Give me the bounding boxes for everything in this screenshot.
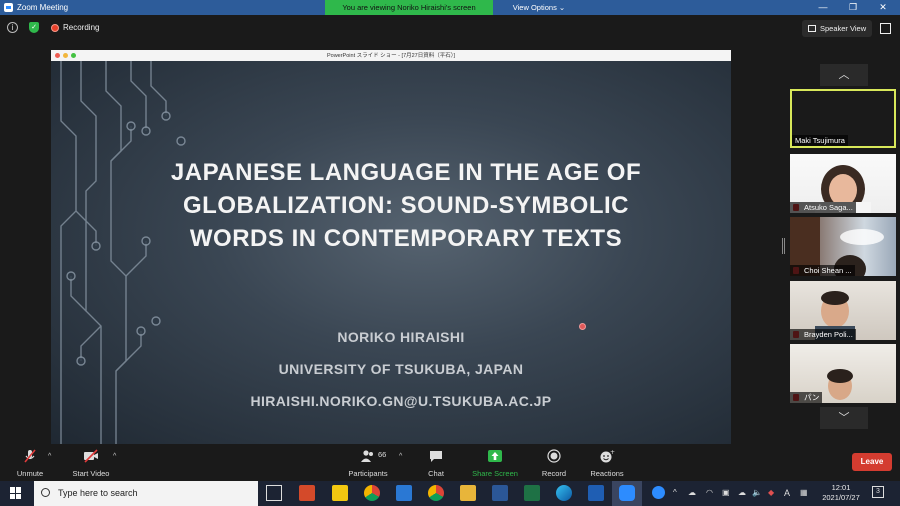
participant-tile[interactable]: Atsuko Saga... (790, 154, 896, 213)
task-view-icon[interactable] (266, 485, 282, 501)
clock-time: 12:01 (831, 483, 851, 492)
share-banner: You are viewing Noriko Hiraishi's screen (325, 0, 493, 15)
participant-tile[interactable]: Brayden Poli... (790, 281, 896, 340)
participants-options-caret[interactable]: ^ (399, 453, 402, 460)
search-icon (41, 488, 50, 497)
laser-pointer (579, 323, 586, 330)
chat-label: Chat (428, 469, 444, 478)
notification-count: 3 (876, 488, 880, 495)
start-video-label: Start Video (72, 469, 110, 478)
presentation-slide: Japanese Language in the Age of Globaliz… (51, 61, 731, 444)
view-options-button[interactable]: View Options ⌄ (502, 0, 576, 15)
shared-screen: PowerPoint スライド ショー - [7月27日資料（平石）] JAPA… (51, 50, 731, 444)
taskbar-clock[interactable]: 12:01 2021/07/27 (818, 483, 864, 503)
chevron-up-icon: ︿ (838, 69, 850, 81)
shared-window-title: PowerPoint スライド ショー - [7月27日資料（平石）] (326, 53, 456, 59)
security-tray-icon[interactable]: ◆ (768, 488, 774, 497)
reactions-label: Reactions (590, 469, 624, 478)
reactions-button[interactable]: + Reactions (584, 445, 630, 478)
view-options-label: View Options (512, 3, 557, 12)
slide-author: NORIKO HIRAISHI (337, 329, 465, 345)
leave-button[interactable]: Leave (852, 453, 892, 471)
chat-icon (430, 451, 442, 462)
ime-icon[interactable]: ▦ (800, 488, 808, 497)
unmute-label: Unmute (16, 469, 44, 478)
video-off-icon (84, 449, 98, 463)
meeting-topbar (0, 15, 900, 42)
fullscreen-icon[interactable] (880, 23, 891, 34)
sticky-notes-icon[interactable] (332, 485, 348, 501)
shared-window-titlebar: PowerPoint スライド ショー - [7月27日資料（平石）] (51, 50, 731, 61)
record-button[interactable]: Record (534, 445, 574, 478)
shield-icon[interactable]: ✓ (29, 22, 39, 33)
speaker-view-button[interactable]: Speaker View (802, 20, 872, 37)
svg-text:+: + (610, 449, 615, 456)
slide-title: Japanese Language in the Age of Globaliz… (170, 159, 642, 252)
word-icon[interactable] (492, 485, 508, 501)
unmute-button[interactable]: Unmute (10, 445, 50, 478)
zoom-taskbar-icon[interactable] (619, 485, 635, 501)
slide-affiliation: UNIVERSITY OF TSUKUBA, JAPAN (278, 361, 524, 377)
speaker-view-label: Speaker View (820, 24, 867, 33)
chrome-icon[interactable] (364, 485, 380, 501)
start-video-button[interactable]: Start Video (66, 445, 116, 478)
tray-overflow-icon[interactable]: ^ (673, 488, 677, 497)
window-title: Zoom Meeting (17, 3, 69, 12)
record-icon (547, 449, 561, 463)
slide-email: HIRAISHI.NORIKO.GN@U.TSUKUBA.AC.JP (250, 393, 552, 409)
chevron-down-icon: ⌄ (558, 3, 566, 12)
participant-name: パン (790, 392, 823, 403)
share-screen-icon (488, 450, 502, 462)
taskbar-search-placeholder: Type here to search (58, 488, 138, 498)
notifications-icon[interactable]: 3 (872, 486, 884, 498)
gallery-down-button[interactable]: ﹀ (820, 407, 868, 429)
participants-icon (361, 450, 373, 462)
chat-button[interactable]: Chat (420, 445, 452, 478)
document-icon[interactable] (588, 485, 604, 501)
volume-icon[interactable]: 🔈 (752, 488, 762, 497)
share-screen-button[interactable]: Share Screen (468, 445, 522, 478)
record-label: Record (541, 469, 567, 478)
participant-name: Maki Tsujimura (792, 135, 848, 146)
zoom-app-icon (4, 3, 13, 12)
participant-name: Brayden Poli... (790, 329, 856, 340)
close-button[interactable]: ✕ (868, 0, 898, 15)
share-screen-label: Share Screen (472, 469, 518, 478)
help-icon[interactable] (652, 486, 665, 499)
panel-resize-handle[interactable] (782, 238, 785, 254)
bluetooth-icon[interactable]: ☁ (688, 488, 696, 497)
participant-tile[interactable]: Choi Shean ... (790, 217, 896, 276)
mail-icon[interactable] (396, 485, 412, 501)
input-indicator[interactable]: A (784, 488, 790, 498)
clock-date: 2021/07/27 (822, 493, 860, 502)
excel-icon[interactable] (524, 485, 540, 501)
participant-count: 66 (378, 450, 387, 459)
taskbar-search-box[interactable]: Type here to search (34, 481, 258, 506)
speaker-view-icon (808, 25, 816, 32)
office-app-icon[interactable] (299, 485, 315, 501)
chrome-profile-icon[interactable] (428, 485, 444, 501)
reactions-icon: + (600, 449, 615, 463)
windows-start-icon[interactable] (10, 487, 22, 499)
cloud-icon[interactable]: ☁ (738, 488, 746, 497)
restore-button[interactable]: ❐ (838, 0, 868, 15)
participant-name: Choi Shean ... (790, 265, 855, 276)
app-tray-icon[interactable]: ▣ (722, 488, 730, 497)
recording-label: Recording (63, 23, 100, 32)
minimize-button[interactable]: — (808, 0, 838, 15)
file-explorer-icon[interactable] (460, 485, 476, 501)
chevron-down-icon: ﹀ (838, 412, 850, 424)
participant-tile[interactable]: パン (790, 344, 896, 403)
edge-icon[interactable] (556, 485, 572, 501)
muted-mic-icon (24, 449, 36, 463)
wifi-icon[interactable]: ◠ (706, 488, 713, 497)
gallery-up-button[interactable]: ︿ (820, 64, 868, 86)
video-options-caret[interactable]: ^ (113, 453, 116, 460)
participants-label: Participants (348, 469, 388, 478)
recording-icon (51, 24, 59, 32)
participant-tile[interactable]: Maki Tsujimura (790, 89, 896, 148)
audio-options-caret[interactable]: ^ (48, 453, 51, 460)
info-icon[interactable]: i (7, 22, 18, 33)
participant-name: Atsuko Saga... (790, 202, 856, 213)
